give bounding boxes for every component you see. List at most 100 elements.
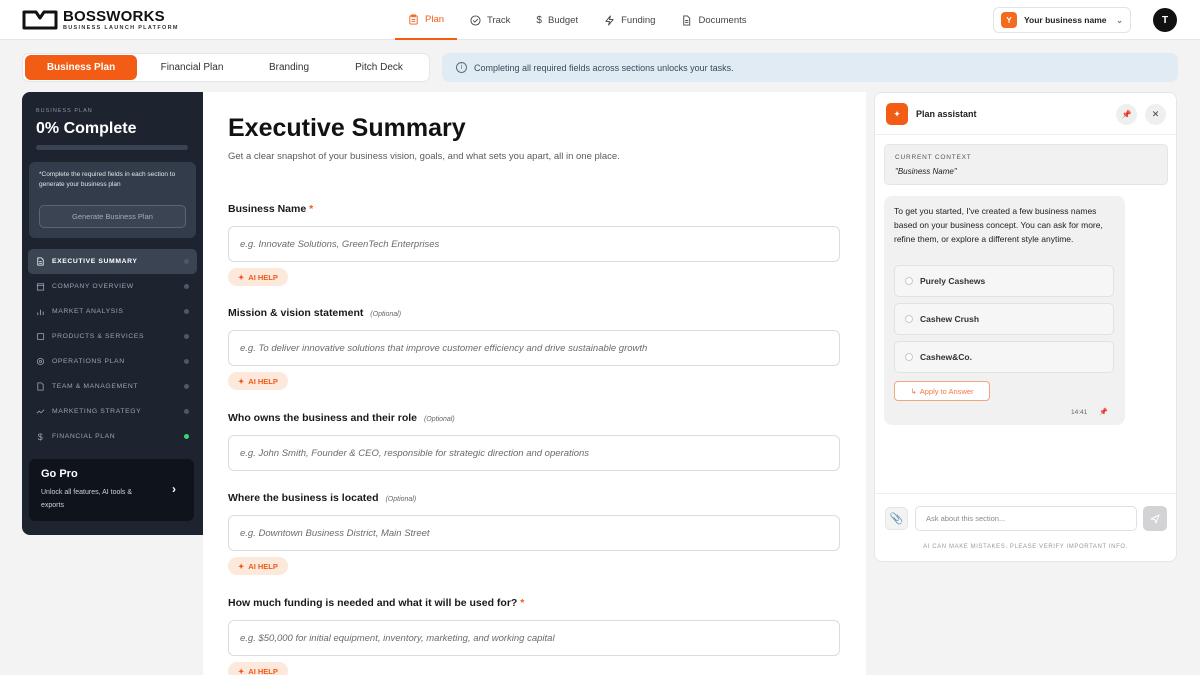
completion-progress-bar xyxy=(36,145,188,150)
plan-sidebar: BUSINESS PLAN 0% Complete *Complete the … xyxy=(22,92,203,535)
assistant-title: Plan assistant xyxy=(916,109,977,119)
pin-icon[interactable]: 📌 xyxy=(1116,104,1137,125)
ai-help-label: AI HELP xyxy=(248,666,278,675)
ai-disclaimer: AI CAN MAKE MISTAKES. PLEASE VERIFY IMPO… xyxy=(923,544,1128,550)
bossworks-logo-icon xyxy=(22,10,58,30)
nav-documents[interactable]: Documents xyxy=(668,0,759,40)
location-label: Where the business is located (Optional) xyxy=(228,492,416,504)
document-icon xyxy=(683,14,691,26)
status-dot-complete xyxy=(184,434,189,439)
nav-track-label: Track xyxy=(487,14,511,26)
brand-logo[interactable]: BOSSWORKS BUSINESS LAUNCH PLATFORM xyxy=(22,9,179,32)
sidebar-item-label: EXECUTIVE SUMMARY xyxy=(52,258,138,265)
building-icon xyxy=(36,282,45,291)
context-value: "Business Name" xyxy=(895,167,957,176)
business-selector[interactable]: Y Your business name ⌄ xyxy=(993,7,1131,33)
info-banner-text: Completing all required fields across se… xyxy=(474,62,734,73)
gear-icon xyxy=(36,357,45,366)
ai-help-label: AI HELP xyxy=(248,272,278,282)
status-dot xyxy=(184,359,189,364)
paperclip-icon[interactable]: 📎 xyxy=(885,507,908,530)
field-label-text: Who owns the business and their role xyxy=(228,412,418,424)
status-dot xyxy=(184,409,189,414)
ai-help-label: AI HELP xyxy=(248,376,278,386)
close-icon[interactable]: ✕ xyxy=(1145,104,1166,125)
sidebar-item-team-management[interactable]: TEAM & MANAGEMENT xyxy=(28,374,197,399)
sidebar-item-label: FINANCIAL PLAN xyxy=(52,433,116,440)
apply-to-answer-button[interactable]: ↳ Apply to Answer xyxy=(894,381,990,401)
ai-help-button[interactable]: ✦ AI HELP xyxy=(228,372,288,390)
send-button[interactable] xyxy=(1143,506,1167,531)
sparkle-icon: ✦ xyxy=(238,272,245,282)
current-context-box: CURRENT CONTEXT "Business Name" xyxy=(884,144,1168,185)
nav-track[interactable]: Track xyxy=(457,0,523,40)
tab-financial-plan[interactable]: Financial Plan xyxy=(137,55,247,80)
go-pro-card[interactable]: Go Pro Unlock all features, AI tools & e… xyxy=(29,459,194,521)
box-icon xyxy=(36,332,45,341)
tab-pitch-deck[interactable]: Pitch Deck xyxy=(331,55,427,80)
business-name-label: Your business name xyxy=(1024,15,1107,25)
divider xyxy=(875,493,1176,494)
status-dot xyxy=(184,284,189,289)
completion-title: 0% Complete xyxy=(36,120,137,137)
field-label-text: Where the business is located xyxy=(228,492,379,504)
sidebar-eyebrow: BUSINESS PLAN xyxy=(36,108,93,114)
go-pro-title: Go Pro xyxy=(41,468,78,480)
bar-chart-icon xyxy=(36,307,45,316)
generate-card-text: *Complete the required fields in each se… xyxy=(39,171,176,189)
main-content: Executive Summary Get a clear snapshot o… xyxy=(203,92,866,675)
owners-role-input[interactable] xyxy=(228,435,840,471)
sidebar-item-label: MARKET ANALYSIS xyxy=(52,308,124,315)
page-subtitle: Get a clear snapshot of your business vi… xyxy=(228,151,620,162)
pin-icon[interactable]: 📌 xyxy=(1099,408,1108,416)
ai-help-button[interactable]: ✦ AI HELP xyxy=(228,557,288,575)
tab-branding[interactable]: Branding xyxy=(247,55,331,80)
user-avatar[interactable]: T xyxy=(1153,8,1177,32)
business-badge: Y xyxy=(1001,12,1017,28)
nav-funding[interactable]: Funding xyxy=(591,0,668,40)
status-dot xyxy=(184,309,189,314)
assistant-message-text: To get you started, I've created a few b… xyxy=(894,206,1103,245)
apply-label: Apply to Answer xyxy=(919,386,974,396)
funding-needed-input[interactable] xyxy=(228,620,840,656)
ai-help-button[interactable]: ✦ AI HELP xyxy=(228,662,288,675)
assistant-header: ✦ Plan assistant 📌 ✕ xyxy=(875,93,1176,135)
dollar-icon: $ xyxy=(37,431,44,442)
business-name-input[interactable] xyxy=(228,226,840,262)
optional-marker: (Optional) xyxy=(385,496,417,503)
sidebar-item-marketing-strategy[interactable]: MARKETING STRATEGY xyxy=(28,399,197,424)
sidebar-item-label: COMPANY OVERVIEW xyxy=(52,283,134,290)
location-input[interactable] xyxy=(228,515,840,551)
suggestion-option[interactable]: Cashew Crush xyxy=(894,303,1114,335)
ai-help-label: AI HELP xyxy=(248,561,278,571)
tab-business-plan[interactable]: Business Plan xyxy=(25,55,137,80)
field-label-text: How much funding is needed and what it w… xyxy=(228,597,518,609)
trend-icon xyxy=(36,407,45,416)
sidebar-item-executive-summary[interactable]: EXECUTIVE SUMMARY xyxy=(28,249,197,274)
sidebar-item-market-analysis[interactable]: MARKET ANALYSIS xyxy=(28,299,197,324)
nav-budget[interactable]: $ Budget xyxy=(523,0,591,40)
optional-marker: (Optional) xyxy=(423,416,455,423)
suggestion-option[interactable]: Purely Cashews xyxy=(894,265,1114,297)
info-icon: i xyxy=(456,62,467,73)
go-pro-text: Unlock all features, AI tools & exports xyxy=(41,489,133,510)
status-dot xyxy=(184,334,189,339)
sidebar-item-company-overview[interactable]: COMPANY OVERVIEW xyxy=(28,274,197,299)
brand-name: BOSSWORKS xyxy=(63,8,165,25)
suggestion-label: Purely Cashews xyxy=(920,276,986,286)
sidebar-item-financial-plan[interactable]: $ FINANCIAL PLAN xyxy=(28,424,197,449)
assistant-message-bubble: To get you started, I've created a few b… xyxy=(884,196,1125,425)
dollar-icon: $ xyxy=(536,14,542,26)
nav-plan[interactable]: Plan xyxy=(395,0,458,40)
chat-input[interactable] xyxy=(915,506,1137,531)
status-dot xyxy=(184,259,189,264)
sidebar-item-products-services[interactable]: PRODUCTS & SERVICES xyxy=(28,324,197,349)
nav-plan-label: Plan xyxy=(425,13,445,25)
radio-icon xyxy=(905,315,913,323)
radio-icon xyxy=(905,277,913,285)
mission-vision-input[interactable] xyxy=(228,330,840,366)
generate-business-plan-button[interactable]: Generate Business Plan xyxy=(39,205,186,228)
sidebar-item-operations-plan[interactable]: OPERATIONS PLAN xyxy=(28,349,197,374)
ai-help-button[interactable]: ✦ AI HELP xyxy=(228,268,288,286)
suggestion-option[interactable]: Cashew&Co. xyxy=(894,341,1114,373)
